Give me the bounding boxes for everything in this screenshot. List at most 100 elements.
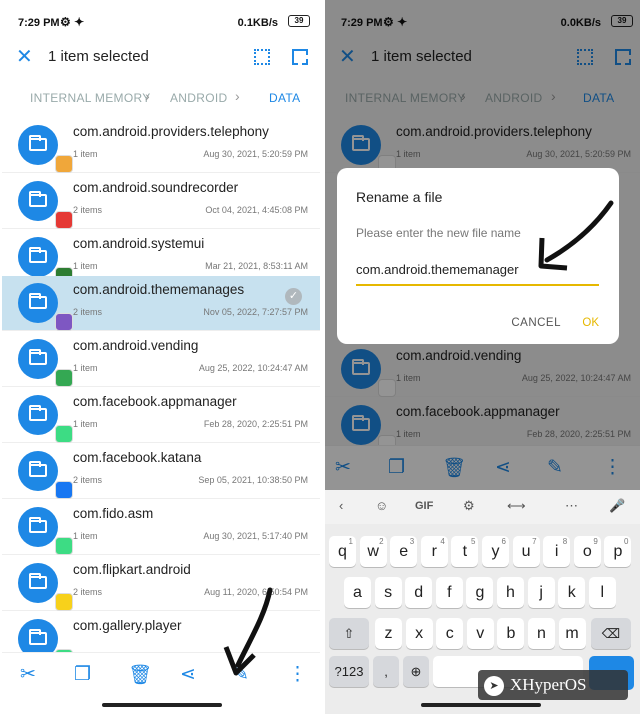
folder-icon	[18, 283, 73, 331]
folder-icon	[18, 237, 73, 285]
folder-icon	[18, 395, 73, 443]
key-p[interactable]: p0	[604, 536, 632, 567]
item-name: com.android.providers.telephony	[73, 124, 269, 139]
list-item[interactable]: com.android.soundrecorder 2 items Oct 04, …	[2, 174, 320, 229]
item-date: Oct 04, 2021, 4:45:08 PM	[205, 205, 308, 215]
item-count: 1 item	[73, 261, 98, 271]
close-icon[interactable]: ✕	[16, 44, 33, 69]
key-y[interactable]: y6	[482, 536, 509, 567]
file-manager-right: 7:29 PM ⚙ ✦ 0.0KB/s 39 ✕ 1 item selected…	[325, 0, 640, 714]
select-range-icon[interactable]	[292, 49, 308, 65]
key-q[interactable]: q1	[329, 536, 356, 567]
status-bar: 7:29 PM ⚙ ✦ 0.1KB/s 39	[2, 0, 320, 44]
key-number-hint: 1	[348, 537, 353, 546]
list-item[interactable]: com.facebook.appmanager 1 item Feb 28, 202…	[2, 388, 320, 443]
item-count: 1 item	[73, 531, 98, 541]
comma-key[interactable]: ,	[373, 656, 399, 687]
dialog-hint: Please enter the new file name	[356, 226, 521, 240]
selection-toolbar: ✕ 1 item selected	[2, 40, 320, 76]
symbols-key[interactable]: ?123	[329, 656, 369, 687]
key-z[interactable]: z	[375, 618, 402, 649]
breadcrumb-data[interactable]: DATA	[269, 91, 300, 105]
selection-title: 1 item selected	[48, 48, 149, 65]
list-item[interactable]: com.facebook.katana 2 items Sep 05, 2021, …	[2, 444, 320, 499]
key-h[interactable]: h	[497, 577, 524, 608]
list-item[interactable]: com.android.thememanages 2 items Nov 05, 2…	[2, 276, 320, 331]
key-j[interactable]: j	[527, 577, 555, 608]
key-i[interactable]: i8	[543, 536, 571, 567]
key-g[interactable]: g	[466, 577, 494, 608]
select-all-icon[interactable]	[254, 49, 270, 65]
key-o[interactable]: o9	[573, 536, 601, 567]
cut-icon[interactable]: ✂	[20, 663, 36, 686]
chevron-left-icon[interactable]: ‹	[339, 498, 343, 513]
item-count: 2 items	[73, 587, 103, 597]
emoji-icon[interactable]: ☺	[375, 498, 388, 513]
app-badge-icon	[55, 593, 73, 611]
key-c[interactable]: c	[436, 618, 464, 649]
breadcrumb-android[interactable]: ANDROID	[170, 91, 227, 105]
key-d[interactable]: d	[405, 577, 433, 608]
app-badge-icon	[55, 369, 73, 387]
folder-icon	[18, 563, 73, 611]
list-item[interactable]: com.fido.asm 1 item Aug 30, 2021, 5:17:40 …	[2, 500, 320, 555]
item-date: Feb 28, 2020, 2:25:51 PM	[203, 419, 308, 429]
chevron-right-icon: ›	[235, 88, 240, 104]
list-item[interactable]: com.android.vending 1 item Aug 25, 2022, 1…	[2, 332, 320, 387]
settings-icon[interactable]: ⚙	[463, 498, 475, 514]
key-t[interactable]: t5	[451, 536, 479, 567]
item-name: com.android.systemui	[73, 236, 205, 251]
shift-key[interactable]: ⇧	[329, 618, 369, 649]
key-e[interactable]: e3	[390, 536, 418, 567]
gif-button[interactable]: GIF	[415, 500, 433, 512]
translate-icon[interactable]: ⟷	[507, 498, 526, 514]
key-number-hint: 7	[532, 537, 537, 546]
key-x[interactable]: x	[405, 618, 433, 649]
key-m[interactable]: m	[558, 618, 586, 649]
key-number-hint: 8	[562, 537, 568, 546]
copy-icon[interactable]: ❐	[74, 663, 91, 686]
app-badge-icon	[55, 211, 73, 229]
item-count: 2 items	[73, 475, 103, 485]
ok-button[interactable]: OK	[582, 317, 599, 329]
more-icon[interactable]: ⋯	[565, 498, 578, 514]
key-number-hint: 6	[501, 537, 506, 546]
item-name: com.android.vending	[73, 338, 199, 353]
key-s[interactable]: s	[374, 577, 402, 608]
key-r[interactable]: r4	[420, 536, 448, 567]
input-underline	[356, 284, 599, 286]
key-a[interactable]: a	[344, 577, 371, 608]
breadcrumb-internal-memory[interactable]: INTERNAL MEMORY	[30, 91, 151, 105]
dialog-title: Rename a file	[356, 189, 443, 205]
filename-input[interactable]: com.android.thememanager	[356, 262, 519, 277]
file-manager-left: 7:29 PM ⚙ ✦ 0.1KB/s 39 ✕ 1 item selected…	[2, 0, 320, 714]
item-name: com.gallery.player	[73, 618, 182, 633]
cancel-button[interactable]: CANCEL	[511, 317, 561, 329]
key-v[interactable]: v	[466, 618, 494, 649]
key-w[interactable]: w2	[359, 536, 387, 567]
key-b[interactable]: b	[497, 618, 525, 649]
arrow-annotation-icon	[538, 200, 614, 271]
backspace-key[interactable]: ⌫	[591, 618, 631, 649]
folder-icon	[18, 125, 73, 173]
key-n[interactable]: n	[528, 618, 555, 649]
key-k[interactable]: k	[558, 577, 586, 608]
key-number-hint: 4	[440, 537, 445, 546]
item-date: Sep 05, 2021, 10:38:50 PM	[198, 475, 308, 485]
globe-icon[interactable]: ⊕	[403, 656, 429, 687]
item-date: Aug 30, 2021, 5:17:40 PM	[203, 531, 308, 541]
check-icon[interactable]: ✓	[285, 288, 302, 305]
key-u[interactable]: u7	[512, 536, 540, 567]
key-number-hint: 5	[470, 537, 476, 546]
folder-icon	[18, 507, 73, 555]
key-f[interactable]: f	[435, 577, 463, 608]
more-icon[interactable]: ⋮	[288, 663, 307, 686]
key-l[interactable]: l	[588, 577, 616, 608]
key-number-hint: 9	[593, 537, 598, 546]
share-icon[interactable]: ⋖	[180, 663, 196, 686]
item-name: com.fido.asm	[73, 506, 154, 521]
list-item[interactable]: com.android.providers.telephony 1 item Aug…	[2, 118, 320, 173]
item-count: 1 item	[73, 363, 98, 373]
mic-icon[interactable]: 🎤	[609, 498, 625, 514]
delete-icon[interactable]: 🗑	[128, 663, 152, 687]
